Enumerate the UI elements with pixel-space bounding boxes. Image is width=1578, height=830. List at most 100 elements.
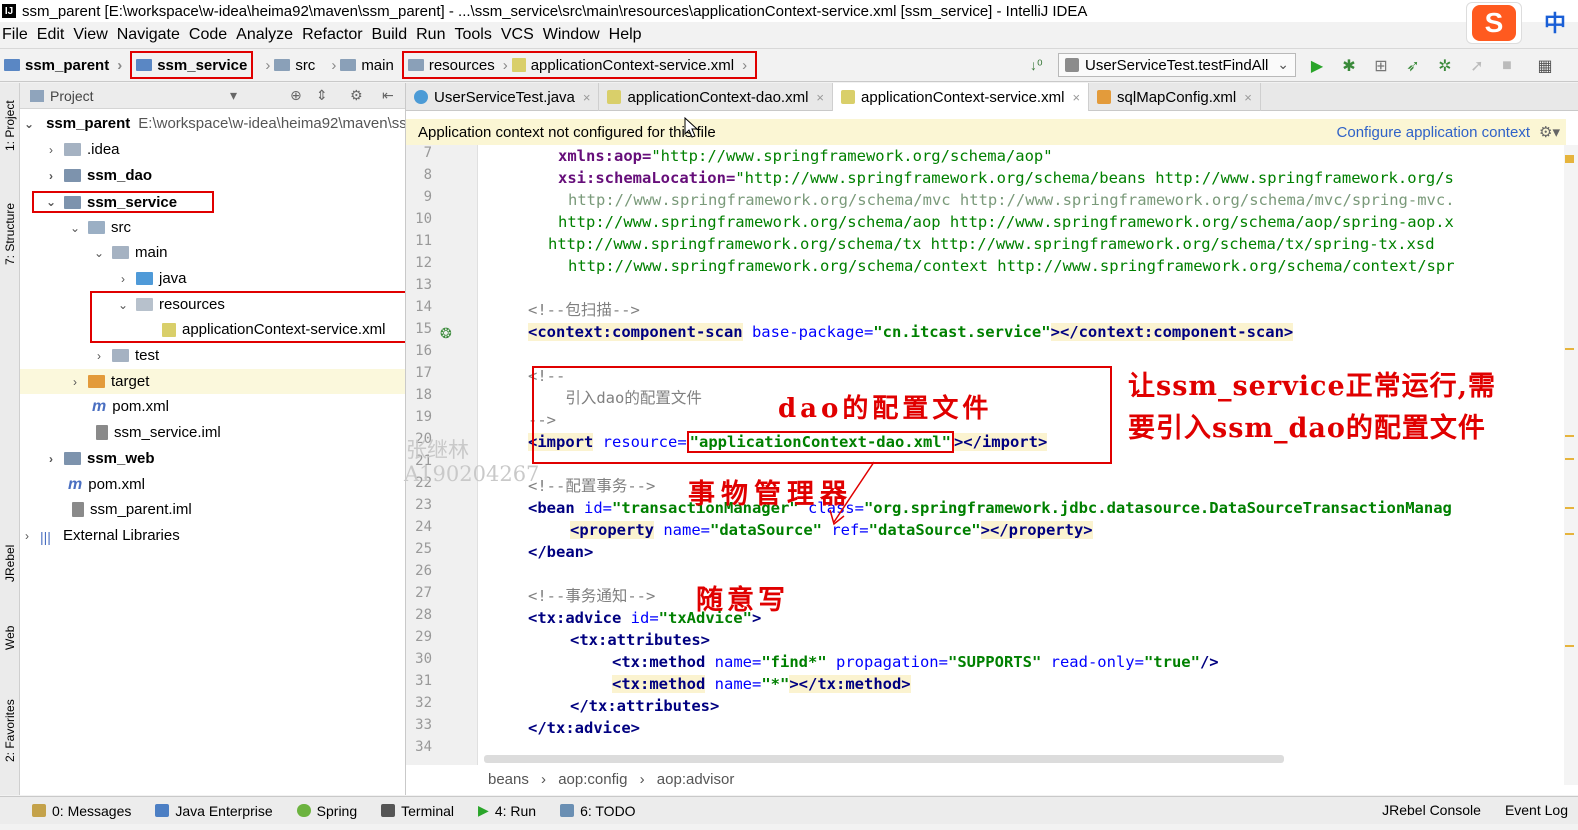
close-icon[interactable]: × [1072, 90, 1080, 105]
project-structure-icon[interactable]: ▦ [1536, 57, 1554, 75]
breadcrumb-src[interactable]: › src [253, 51, 319, 79]
run-icon[interactable]: ▶ [1308, 57, 1326, 75]
tree-item-ssm-service-iml[interactable]: ssm_service.iml [90, 420, 221, 445]
breadcrumb-ssm-service[interactable]: ssm_service [130, 51, 254, 79]
spring-xml-icon [162, 322, 176, 337]
tab-sqlmapconfig-xml[interactable]: sqlMapConfig.xml × [1089, 83, 1261, 111]
tab-userservicetest-java[interactable]: UserServiceTest.java × [406, 83, 600, 111]
tab-project[interactable]: 1: Project [0, 89, 20, 163]
breadcrumb-resources-file[interactable]: resources › applicationContext-service.x… [401, 51, 758, 79]
tab-java-enterprise[interactable]: Java Enterprise [155, 803, 273, 819]
tab-applicationcontext-service-xml[interactable]: applicationContext-service.xml × [833, 83, 1090, 111]
tree-item-ssm-dao[interactable]: › ssm_dao [44, 163, 152, 188]
menu-refactor[interactable]: Refactor [302, 26, 362, 44]
sogou-ime-icon[interactable]: S [1466, 2, 1522, 44]
tree-item-ssm-parent[interactable]: ⌄ ssm_parent E:\workspace\w-idea\heima92\… [24, 111, 405, 136]
tree-item-idea[interactable]: › .idea [44, 137, 120, 162]
tab-web[interactable]: Web [0, 613, 20, 663]
tab-run[interactable]: ▶ 4: Run [478, 802, 536, 819]
tab-applicationcontext-dao-xml[interactable]: applicationContext-dao.xml × [599, 83, 834, 111]
menu-view[interactable]: View [73, 26, 107, 44]
menu-tools[interactable]: Tools [454, 26, 491, 44]
run-configuration-select[interactable]: UserServiceTest.testFindAll ⌄ [1058, 53, 1296, 77]
tree-item-parent-pom-xml[interactable]: m pom.xml [62, 472, 145, 497]
tree-item-pom-xml[interactable]: m pom.xml [86, 394, 169, 419]
configure-context-link[interactable]: Configure application context [1337, 124, 1530, 141]
event-log-button[interactable]: Event Log [1505, 802, 1568, 818]
coverage-icon[interactable]: ⊞ [1372, 57, 1390, 75]
error-stripe[interactable] [1564, 145, 1578, 785]
sort-icon[interactable]: ↓⁰ [1030, 57, 1043, 74]
tree-item-applicationcontext-service[interactable]: applicationContext-service.xml [156, 317, 385, 342]
tab-todo[interactable]: 6: TODO [560, 803, 636, 819]
close-icon[interactable]: × [816, 90, 824, 105]
menu-window[interactable]: Window [543, 26, 600, 44]
chevron-down-icon[interactable]: ⌄ [68, 221, 82, 235]
menu-analyze[interactable]: Analyze [236, 26, 293, 44]
chevron-right-icon[interactable]: › [116, 272, 130, 286]
update-icon[interactable]: ➚ [1468, 57, 1486, 75]
chevron-right-icon: › [265, 56, 271, 74]
menu-build[interactable]: Build [372, 26, 408, 44]
ime-language-indicator[interactable]: 中 [1544, 6, 1566, 38]
breadcrumb-main[interactable]: › main [319, 51, 398, 79]
close-icon[interactable]: × [583, 90, 591, 105]
menu-run[interactable]: Run [416, 26, 445, 44]
tree-item-main[interactable]: ⌄ main [92, 240, 168, 265]
menu-help[interactable]: Help [609, 26, 642, 44]
gear-icon[interactable]: ⚙▾ [1539, 123, 1560, 141]
tree-item-ssm-service[interactable]: ⌄ ssm_service [32, 191, 214, 213]
spring-bean-gutter-icon[interactable]: ❂ [440, 325, 452, 342]
close-icon[interactable]: × [1244, 90, 1252, 105]
tab-structure[interactable]: 7: Structure [0, 189, 20, 279]
editor-breadcrumb-item[interactable]: beans [488, 771, 529, 788]
chevron-down-icon[interactable]: ▾ [230, 87, 237, 104]
tab-favorites[interactable]: 2: Favorites [0, 688, 20, 773]
editor-breadcrumb-item[interactable]: aop:advisor [657, 771, 735, 788]
tree-item-test[interactable]: › test [92, 343, 159, 368]
tab-messages[interactable]: 0: Messages [32, 803, 131, 819]
menu-file[interactable]: File [2, 26, 28, 44]
stop-icon[interactable]: ■ [1498, 57, 1516, 75]
chevron-down-icon[interactable]: ⌄ [116, 298, 130, 312]
chevron-right-icon[interactable]: › [44, 143, 58, 157]
collapse-icon[interactable]: ⇕ [316, 87, 328, 104]
jrebel-debug-icon[interactable]: ✲ [1436, 57, 1454, 75]
menu-code[interactable]: Code [189, 26, 227, 44]
tab-terminal[interactable]: Terminal [381, 803, 454, 819]
sync-icon[interactable]: ⊕ [290, 87, 302, 104]
editor-breadcrumb-item[interactable]: aop:config [558, 771, 627, 788]
tree-item-src[interactable]: ⌄ src [68, 215, 131, 240]
tree-item-ssm-parent-iml[interactable]: ssm_parent.iml [66, 497, 192, 522]
tab-spring[interactable]: Spring [296, 803, 357, 819]
jrebel-console-button[interactable]: JRebel Console [1382, 802, 1481, 818]
chevron-down-icon[interactable]: ⌄ [92, 246, 106, 260]
chevron-right-icon[interactable]: › [68, 375, 82, 389]
messages-icon [32, 804, 46, 817]
horizontal-scrollbar[interactable] [484, 755, 1284, 763]
menu-edit[interactable]: Edit [37, 26, 65, 44]
chevron-right-icon[interactable]: › [44, 452, 58, 466]
chevron-down-icon[interactable]: ⌄ [24, 117, 34, 131]
menu-vcs[interactable]: VCS [501, 26, 534, 44]
chevron-right-icon[interactable]: › [44, 169, 58, 183]
gear-icon[interactable]: ⚙ [350, 87, 363, 104]
code-line-23: <bean id="transactionManager" class="org… [528, 499, 1452, 517]
tree-item-ssm-web[interactable]: › ssm_web [44, 446, 155, 471]
tree-item-resources[interactable]: ⌄ resources [116, 292, 225, 317]
tree-item-target[interactable]: › target [20, 369, 405, 394]
tab-jrebel[interactable]: JRebel [0, 533, 20, 593]
hide-icon[interactable]: ⇤ [382, 87, 394, 104]
tree-label: java [159, 270, 187, 287]
tree-item-external-libraries[interactable]: › ||| External Libraries [20, 523, 180, 548]
jrebel-run-icon[interactable]: ➶ [1404, 57, 1422, 75]
debug-icon[interactable]: ✱ [1340, 57, 1358, 75]
xml-file-icon [1097, 90, 1112, 104]
breadcrumb-ssm-parent[interactable]: ssm_parent › [0, 51, 130, 79]
chevron-down-icon[interactable]: ⌄ [44, 195, 58, 209]
tree-item-java[interactable]: › java [116, 266, 187, 291]
chevron-right-icon[interactable]: › [20, 529, 34, 543]
project-panel-title[interactable]: Project [50, 88, 94, 104]
chevron-right-icon[interactable]: › [92, 349, 106, 363]
menu-navigate[interactable]: Navigate [117, 26, 180, 44]
